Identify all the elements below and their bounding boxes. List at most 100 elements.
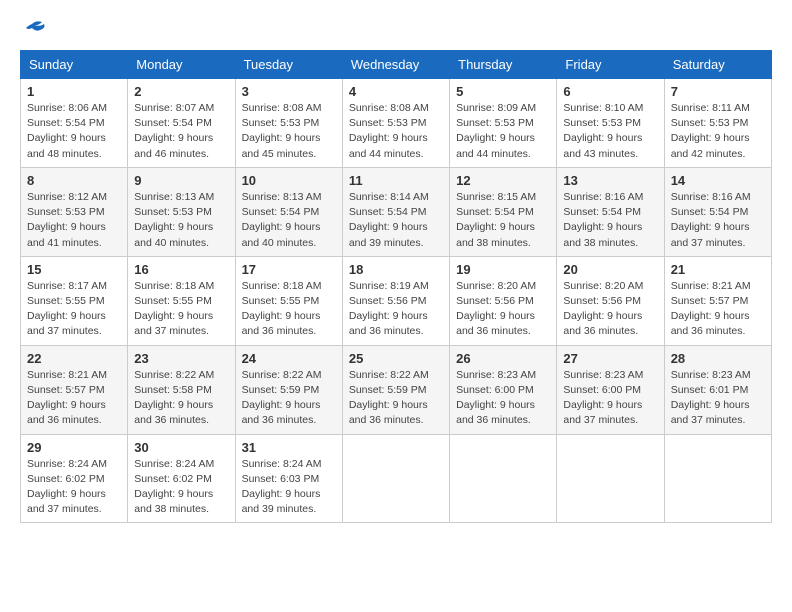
day-number: 12	[456, 173, 550, 188]
day-number: 16	[134, 262, 228, 277]
day-number: 28	[671, 351, 765, 366]
day-info: Sunrise: 8:19 AM Sunset: 5:56 PM Dayligh…	[349, 279, 443, 340]
day-number: 22	[27, 351, 121, 366]
day-number: 8	[27, 173, 121, 188]
day-info: Sunrise: 8:22 AM Sunset: 5:58 PM Dayligh…	[134, 368, 228, 429]
calendar-cell: 15 Sunrise: 8:17 AM Sunset: 5:55 PM Dayl…	[21, 256, 128, 345]
day-info: Sunrise: 8:11 AM Sunset: 5:53 PM Dayligh…	[671, 101, 765, 162]
day-number: 10	[242, 173, 336, 188]
calendar-cell: 6 Sunrise: 8:10 AM Sunset: 5:53 PM Dayli…	[557, 79, 664, 168]
calendar-cell: 30 Sunrise: 8:24 AM Sunset: 6:02 PM Dayl…	[128, 434, 235, 523]
calendar-cell: 24 Sunrise: 8:22 AM Sunset: 5:59 PM Dayl…	[235, 345, 342, 434]
day-number: 14	[671, 173, 765, 188]
day-info: Sunrise: 8:08 AM Sunset: 5:53 PM Dayligh…	[242, 101, 336, 162]
day-number: 18	[349, 262, 443, 277]
calendar-cell	[664, 434, 771, 523]
day-info: Sunrise: 8:06 AM Sunset: 5:54 PM Dayligh…	[27, 101, 121, 162]
day-info: Sunrise: 8:24 AM Sunset: 6:03 PM Dayligh…	[242, 457, 336, 518]
day-info: Sunrise: 8:21 AM Sunset: 5:57 PM Dayligh…	[27, 368, 121, 429]
weekday-label: Monday	[128, 51, 235, 79]
calendar-week-row: 22 Sunrise: 8:21 AM Sunset: 5:57 PM Dayl…	[21, 345, 772, 434]
weekday-header-row: SundayMondayTuesdayWednesdayThursdayFrid…	[21, 51, 772, 79]
calendar-cell: 13 Sunrise: 8:16 AM Sunset: 5:54 PM Dayl…	[557, 167, 664, 256]
calendar-body: 1 Sunrise: 8:06 AM Sunset: 5:54 PM Dayli…	[21, 79, 772, 523]
day-info: Sunrise: 8:24 AM Sunset: 6:02 PM Dayligh…	[27, 457, 121, 518]
calendar-cell: 23 Sunrise: 8:22 AM Sunset: 5:58 PM Dayl…	[128, 345, 235, 434]
day-number: 9	[134, 173, 228, 188]
day-number: 20	[563, 262, 657, 277]
day-info: Sunrise: 8:13 AM Sunset: 5:53 PM Dayligh…	[134, 190, 228, 251]
day-info: Sunrise: 8:20 AM Sunset: 5:56 PM Dayligh…	[456, 279, 550, 340]
day-info: Sunrise: 8:23 AM Sunset: 6:01 PM Dayligh…	[671, 368, 765, 429]
calendar-week-row: 1 Sunrise: 8:06 AM Sunset: 5:54 PM Dayli…	[21, 79, 772, 168]
day-number: 25	[349, 351, 443, 366]
day-number: 3	[242, 84, 336, 99]
day-number: 26	[456, 351, 550, 366]
day-number: 4	[349, 84, 443, 99]
calendar-cell: 9 Sunrise: 8:13 AM Sunset: 5:53 PM Dayli…	[128, 167, 235, 256]
calendar-cell: 10 Sunrise: 8:13 AM Sunset: 5:54 PM Dayl…	[235, 167, 342, 256]
day-info: Sunrise: 8:15 AM Sunset: 5:54 PM Dayligh…	[456, 190, 550, 251]
day-number: 11	[349, 173, 443, 188]
day-info: Sunrise: 8:18 AM Sunset: 5:55 PM Dayligh…	[134, 279, 228, 340]
calendar-cell: 7 Sunrise: 8:11 AM Sunset: 5:53 PM Dayli…	[664, 79, 771, 168]
day-info: Sunrise: 8:10 AM Sunset: 5:53 PM Dayligh…	[563, 101, 657, 162]
day-number: 19	[456, 262, 550, 277]
calendar-cell: 31 Sunrise: 8:24 AM Sunset: 6:03 PM Dayl…	[235, 434, 342, 523]
weekday-label: Saturday	[664, 51, 771, 79]
calendar-cell: 26 Sunrise: 8:23 AM Sunset: 6:00 PM Dayl…	[450, 345, 557, 434]
day-info: Sunrise: 8:16 AM Sunset: 5:54 PM Dayligh…	[671, 190, 765, 251]
weekday-label: Thursday	[450, 51, 557, 79]
calendar-cell: 22 Sunrise: 8:21 AM Sunset: 5:57 PM Dayl…	[21, 345, 128, 434]
page-header	[20, 20, 772, 34]
day-number: 23	[134, 351, 228, 366]
day-info: Sunrise: 8:24 AM Sunset: 6:02 PM Dayligh…	[134, 457, 228, 518]
day-number: 27	[563, 351, 657, 366]
day-number: 15	[27, 262, 121, 277]
calendar-cell: 14 Sunrise: 8:16 AM Sunset: 5:54 PM Dayl…	[664, 167, 771, 256]
day-info: Sunrise: 8:18 AM Sunset: 5:55 PM Dayligh…	[242, 279, 336, 340]
day-info: Sunrise: 8:23 AM Sunset: 6:00 PM Dayligh…	[563, 368, 657, 429]
day-info: Sunrise: 8:07 AM Sunset: 5:54 PM Dayligh…	[134, 101, 228, 162]
day-info: Sunrise: 8:12 AM Sunset: 5:53 PM Dayligh…	[27, 190, 121, 251]
calendar-cell: 25 Sunrise: 8:22 AM Sunset: 5:59 PM Dayl…	[342, 345, 449, 434]
day-info: Sunrise: 8:20 AM Sunset: 5:56 PM Dayligh…	[563, 279, 657, 340]
day-number: 13	[563, 173, 657, 188]
calendar-cell: 17 Sunrise: 8:18 AM Sunset: 5:55 PM Dayl…	[235, 256, 342, 345]
day-number: 2	[134, 84, 228, 99]
calendar-cell	[342, 434, 449, 523]
day-number: 24	[242, 351, 336, 366]
calendar-week-row: 29 Sunrise: 8:24 AM Sunset: 6:02 PM Dayl…	[21, 434, 772, 523]
calendar-cell	[450, 434, 557, 523]
weekday-label: Friday	[557, 51, 664, 79]
calendar-cell: 16 Sunrise: 8:18 AM Sunset: 5:55 PM Dayl…	[128, 256, 235, 345]
day-info: Sunrise: 8:08 AM Sunset: 5:53 PM Dayligh…	[349, 101, 443, 162]
calendar-cell: 5 Sunrise: 8:09 AM Sunset: 5:53 PM Dayli…	[450, 79, 557, 168]
day-number: 6	[563, 84, 657, 99]
day-number: 17	[242, 262, 336, 277]
logo-bird-icon	[24, 20, 46, 38]
calendar-cell	[557, 434, 664, 523]
day-info: Sunrise: 8:21 AM Sunset: 5:57 PM Dayligh…	[671, 279, 765, 340]
day-info: Sunrise: 8:22 AM Sunset: 5:59 PM Dayligh…	[349, 368, 443, 429]
calendar-week-row: 8 Sunrise: 8:12 AM Sunset: 5:53 PM Dayli…	[21, 167, 772, 256]
weekday-label: Wednesday	[342, 51, 449, 79]
day-number: 1	[27, 84, 121, 99]
weekday-label: Tuesday	[235, 51, 342, 79]
calendar-cell: 2 Sunrise: 8:07 AM Sunset: 5:54 PM Dayli…	[128, 79, 235, 168]
calendar-cell: 19 Sunrise: 8:20 AM Sunset: 5:56 PM Dayl…	[450, 256, 557, 345]
day-info: Sunrise: 8:17 AM Sunset: 5:55 PM Dayligh…	[27, 279, 121, 340]
calendar-cell: 27 Sunrise: 8:23 AM Sunset: 6:00 PM Dayl…	[557, 345, 664, 434]
day-info: Sunrise: 8:13 AM Sunset: 5:54 PM Dayligh…	[242, 190, 336, 251]
calendar-cell: 29 Sunrise: 8:24 AM Sunset: 6:02 PM Dayl…	[21, 434, 128, 523]
calendar-cell: 3 Sunrise: 8:08 AM Sunset: 5:53 PM Dayli…	[235, 79, 342, 168]
day-info: Sunrise: 8:14 AM Sunset: 5:54 PM Dayligh…	[349, 190, 443, 251]
day-number: 21	[671, 262, 765, 277]
calendar-cell: 4 Sunrise: 8:08 AM Sunset: 5:53 PM Dayli…	[342, 79, 449, 168]
calendar-week-row: 15 Sunrise: 8:17 AM Sunset: 5:55 PM Dayl…	[21, 256, 772, 345]
day-info: Sunrise: 8:22 AM Sunset: 5:59 PM Dayligh…	[242, 368, 336, 429]
day-number: 5	[456, 84, 550, 99]
day-number: 31	[242, 440, 336, 455]
day-info: Sunrise: 8:09 AM Sunset: 5:53 PM Dayligh…	[456, 101, 550, 162]
calendar-cell: 1 Sunrise: 8:06 AM Sunset: 5:54 PM Dayli…	[21, 79, 128, 168]
